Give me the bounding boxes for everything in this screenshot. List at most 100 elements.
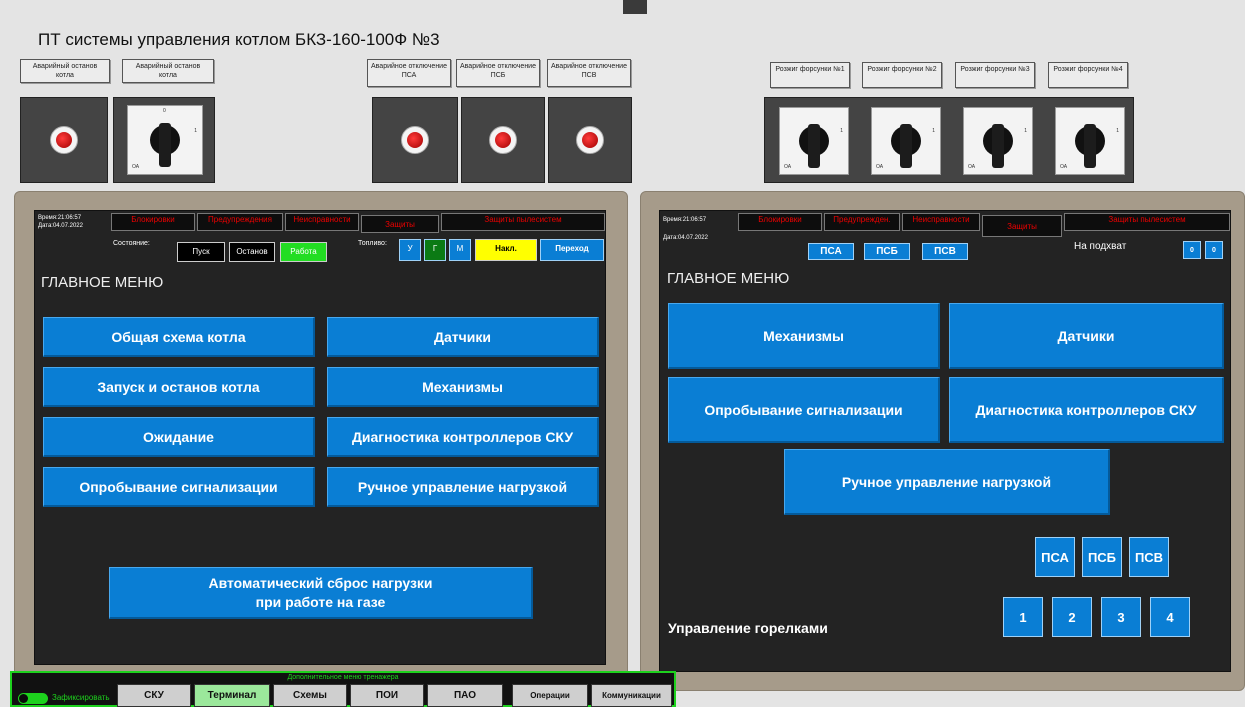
state-work-button[interactable]: Работа [280, 242, 327, 262]
menu-diagnostics-button[interactable]: Диагностика контроллеров СКУ [327, 417, 599, 457]
emergency-psv-lamp-box[interactable] [548, 97, 632, 183]
psv-header-button[interactable]: ПСВ [922, 243, 968, 260]
ignition-switch-4-icon[interactable]: ОА 1 [1055, 107, 1125, 175]
left-date: Дата:04.07.2022 [38, 223, 83, 229]
top-drag-handle[interactable] [623, 0, 647, 14]
burner-1-button[interactable]: 1 [1003, 597, 1043, 637]
switch-mark-one: 1 [194, 128, 197, 134]
menu-manual-load-button[interactable]: Ручное управление нагрузкой [327, 467, 599, 507]
psb-button[interactable]: ПСБ [1082, 537, 1122, 577]
switch-mark-off: ОА [876, 164, 884, 170]
menu-start-stop-button[interactable]: Запуск и останов котла [43, 367, 315, 407]
left-time: Время:21:06:57 [38, 215, 82, 221]
menu-manual-load-button[interactable]: Ручное управление нагрузкой [784, 449, 1110, 515]
switch-mark-zero: 0 [163, 108, 166, 114]
burner-3-button[interactable]: 3 [1101, 597, 1141, 637]
switch-mark-one: 1 [1024, 128, 1027, 134]
rotary-switch-icon[interactable]: ОА 1 0 [127, 105, 203, 175]
ignition-switch-3-icon[interactable]: ОА 1 [963, 107, 1033, 175]
psv-button[interactable]: ПСВ [1129, 537, 1169, 577]
alarm-warnings[interactable]: Предупреждения [197, 213, 283, 231]
auto-reset-line-2: при работе на газе [255, 593, 386, 610]
label-ignition-2: Розжиг форсунки №2 [862, 62, 942, 88]
emergency-stop-switch-box: ОА 1 0 [113, 97, 215, 183]
nakl-button[interactable]: Накл. [475, 239, 537, 261]
menu-mechanisms-button[interactable]: Механизмы [668, 303, 940, 369]
switch-mark-off: ОА [784, 164, 792, 170]
emergency-stop-lamp-box[interactable] [20, 97, 108, 183]
auto-reset-line-1: Автоматический сброс нагрузки [208, 574, 433, 591]
menu-alarm-test-button[interactable]: Опробывание сигнализации [43, 467, 315, 507]
alarm-blocks[interactable]: Блокировки [738, 213, 822, 231]
burner-2-button[interactable]: 2 [1052, 597, 1092, 637]
perehod-button[interactable]: Переход [540, 239, 604, 261]
ignition-switch-2-icon[interactable]: ОА 1 [871, 107, 941, 175]
alarm-dust-protection[interactable]: Защиты пылесистем [1064, 213, 1230, 231]
burners-label: Управление горелками [668, 620, 828, 636]
fuel-oil-button[interactable]: М [449, 239, 471, 261]
switch-mark-one: 1 [1116, 128, 1119, 134]
switch-mark-one: 1 [840, 128, 843, 134]
tab-schemes[interactable]: Схемы [273, 684, 347, 707]
left-menu-title: ГЛАВНОЕ МЕНЮ [41, 274, 164, 291]
switch-mark-one: 1 [932, 128, 935, 134]
label-emergency-stop-1: Аварийный останов котла [20, 59, 110, 83]
red-lamp-icon[interactable] [576, 126, 604, 154]
tab-poi[interactable]: ПОИ [350, 684, 424, 707]
menu-diagnostics-button[interactable]: Диагностика контроллеров СКУ [949, 377, 1224, 443]
emergency-psa-lamp-box[interactable] [372, 97, 458, 183]
emergency-psb-lamp-box[interactable] [461, 97, 545, 183]
podhvat-label: На подхват [1074, 241, 1127, 252]
menu-waiting-button[interactable]: Ожидание [43, 417, 315, 457]
tab-sku[interactable]: СКУ [117, 684, 191, 707]
label-ignition-4: Розжиг форсунки №4 [1048, 62, 1128, 88]
red-lamp-icon[interactable] [489, 126, 517, 154]
state-label: Состояние: [113, 240, 150, 247]
label-emergency-psv: Аварийное отключение ПСВ [547, 59, 631, 87]
label-emergency-psa: Аварийное отключение ПСА [367, 59, 451, 87]
menu-sensors-button[interactable]: Датчики [949, 303, 1224, 369]
right-date: Дата:04.07.2022 [663, 235, 708, 241]
red-lamp-icon[interactable] [50, 126, 78, 154]
right-menu-title: ГЛАВНОЕ МЕНЮ [667, 270, 790, 287]
tab-terminal[interactable]: Терминал [194, 684, 270, 707]
menu-mechanisms-button[interactable]: Механизмы [327, 367, 599, 407]
tab-pao[interactable]: ПАО [427, 684, 503, 707]
tab-operations[interactable]: Операции [512, 684, 588, 707]
label-ignition-1: Розжиг форсунки №1 [770, 62, 850, 88]
menu-sensors-button[interactable]: Датчики [327, 317, 599, 357]
toggle-knob-icon [19, 694, 28, 703]
alarm-dust-protection[interactable]: Защиты пылесистем [441, 213, 605, 231]
trainer-menu-title: Дополнительное меню тренажера [287, 674, 399, 681]
alarm-faults[interactable]: Неисправности [902, 213, 980, 231]
podhvat-value-a[interactable]: 0 [1183, 241, 1201, 259]
fuel-label: Топливо: [358, 240, 387, 247]
psa-button[interactable]: ПСА [1035, 537, 1075, 577]
switch-mark-off: ОА [1060, 164, 1068, 170]
alarm-warnings[interactable]: Предупрежден. [824, 213, 900, 231]
fuel-coal-button[interactable]: У [399, 239, 421, 261]
podhvat-value-b[interactable]: 0 [1205, 241, 1223, 259]
fix-toggle[interactable] [18, 693, 48, 704]
state-start-button[interactable]: Пуск [177, 242, 225, 262]
alarm-protection[interactable]: Защиты [361, 215, 439, 233]
burner-4-button[interactable]: 4 [1150, 597, 1190, 637]
left-terminal-screen: Время:21:06:57 Дата:04.07.2022 Блокировк… [34, 210, 606, 665]
alarm-faults[interactable]: Неисправности [285, 213, 359, 231]
alarm-protection[interactable]: Защиты [982, 215, 1062, 237]
psb-header-button[interactable]: ПСБ [864, 243, 910, 260]
alarm-blocks[interactable]: Блокировки [111, 213, 195, 231]
ignition-switch-1-icon[interactable]: ОА 1 [779, 107, 849, 175]
state-stop-button[interactable]: Останов [229, 242, 275, 262]
menu-alarm-test-button[interactable]: Опробывание сигнализации [668, 377, 940, 443]
fuel-gas-button[interactable]: Г [424, 239, 446, 261]
tab-communications[interactable]: Коммуникации [591, 684, 672, 707]
psa-header-button[interactable]: ПСА [808, 243, 854, 260]
right-time: Время:21:06:57 [663, 217, 707, 223]
menu-boiler-overview-button[interactable]: Общая схема котла [43, 317, 315, 357]
label-ignition-3: Розжиг форсунки №3 [955, 62, 1035, 88]
switch-mark-off: ОА [968, 164, 976, 170]
auto-load-reset-button[interactable]: Автоматический сброс нагрузки при работе… [109, 567, 533, 619]
red-lamp-icon[interactable] [401, 126, 429, 154]
label-emergency-stop-2: Аварийный останов котла [122, 59, 214, 83]
